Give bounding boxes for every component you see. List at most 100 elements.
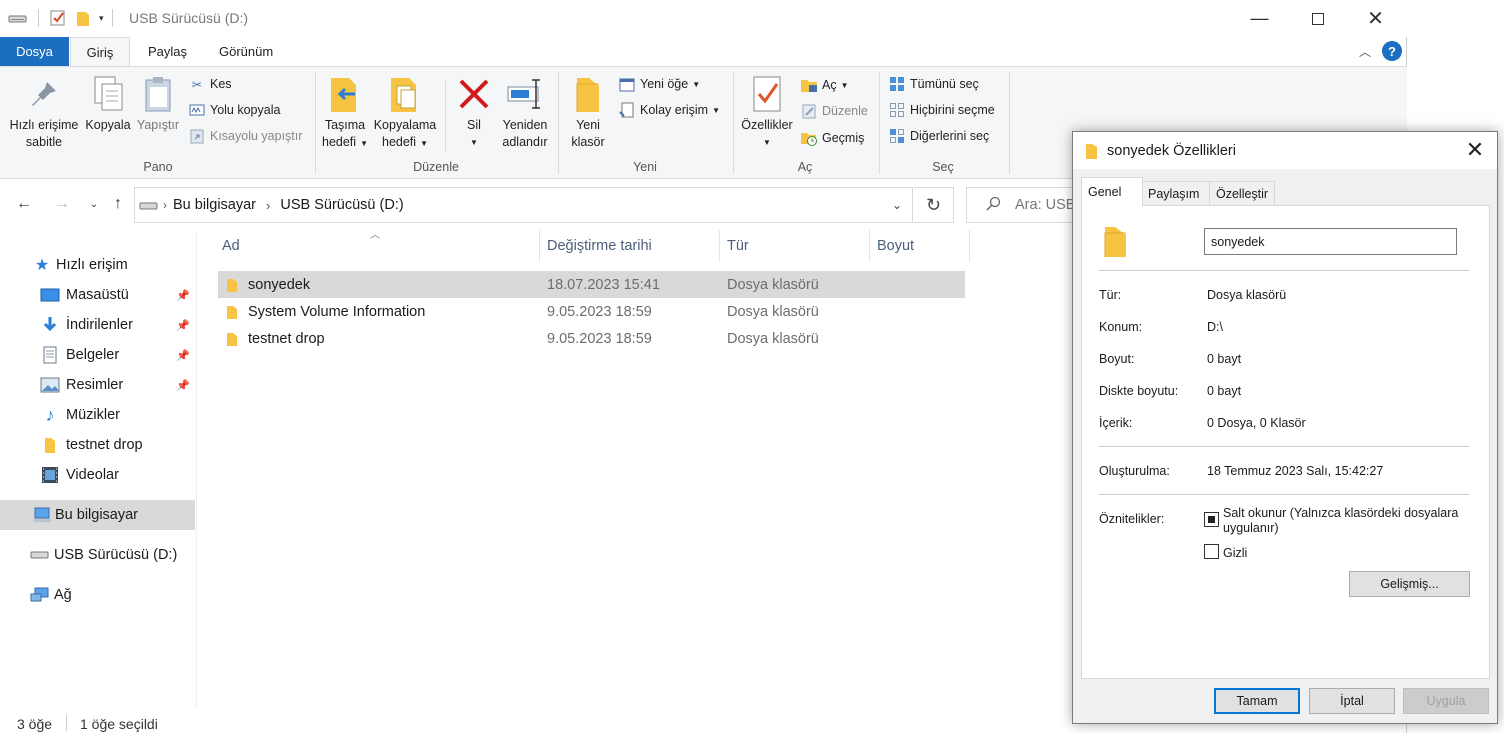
new-item-icon (618, 75, 636, 93)
column-header-name[interactable]: Ad (218, 230, 540, 262)
pinned-icon[interactable]: 📌 (176, 319, 190, 332)
pinned-icon[interactable]: 📌 (176, 349, 190, 362)
sidebar-item-network[interactable]: Ağ (0, 580, 195, 610)
paste-shortcut-button[interactable]: Kısayolu yapıştır (188, 125, 302, 147)
rename-button[interactable]: Yeniden adlandır (498, 73, 552, 151)
created-label: Oluşturulma: (1099, 464, 1170, 478)
group-label-ac: Aç (797, 160, 813, 174)
tab-giris[interactable]: Giriş (70, 37, 130, 66)
dialog-title-bar: sonyedek Özellikleri ✕ (1073, 132, 1497, 169)
folder-icon (226, 271, 240, 298)
column-header-type[interactable]: Tür (723, 230, 869, 262)
contents-value: 0 Dosya, 0 Klasör (1207, 416, 1306, 430)
breadcrumb-chevron-icon[interactable]: › (163, 198, 167, 212)
readonly-checkbox[interactable] (1204, 512, 1219, 527)
copy-button[interactable]: Kopyala (82, 73, 134, 134)
size-value: 0 bayt (1207, 352, 1242, 366)
ribbon-tabs: Dosya Giriş Paylaş Görünüm ︿ ? (0, 37, 1407, 66)
sidebar-item-this-pc[interactable]: Bu bilgisayar (0, 500, 195, 530)
qat-dropdown-icon[interactable]: ▾ (99, 13, 104, 24)
pin-quick-access-button[interactable]: Hızlı erişime sabitle (6, 73, 82, 151)
breadcrumb-chevron-icon[interactable]: › (266, 198, 270, 213)
address-dropdown-icon[interactable]: ⌄ (892, 198, 902, 212)
tab-general[interactable]: Genel (1081, 177, 1143, 206)
sidebar-item-videos[interactable]: Videolar (0, 460, 195, 490)
sidebar-item-usb[interactable]: USB Sürücüsü (D:) (0, 540, 195, 570)
tab-paylas[interactable]: Paylaş (134, 37, 201, 66)
forward-arrow-icon[interactable]: → (50, 192, 74, 216)
close-button[interactable]: ✕ (1346, 0, 1405, 37)
back-arrow-icon[interactable]: ← (12, 192, 36, 216)
hidden-checkbox[interactable] (1204, 544, 1219, 559)
file-row[interactable]: testnet drop 9.05.2023 18:59 Dosya klasö… (218, 325, 965, 352)
sidebar-item-downloads[interactable]: İndirilenler 📌 (0, 310, 195, 340)
pinned-icon[interactable]: 📌 (176, 289, 190, 302)
folder-icon (40, 435, 60, 455)
select-none-button[interactable]: Hiçbirini seçme (888, 99, 995, 121)
open-button[interactable]: Aç ▼ (800, 74, 849, 96)
properties-icon (747, 73, 787, 115)
dialog-title: sonyedek Özellikleri (1107, 142, 1236, 159)
refresh-icon[interactable]: ↻ (914, 187, 954, 223)
address-bar[interactable]: › Bu bilgisayar › USB Sürücüsü (D:) ⌄ (134, 187, 913, 223)
group-label-duzenle: Düzenle (413, 160, 459, 174)
search-icon (985, 196, 1001, 215)
title-bar: ▾ USB Sürücüsü (D:) — ✕ (0, 0, 1407, 37)
disk-size-value: 0 bayt (1207, 384, 1242, 398)
breadcrumb-this-pc[interactable]: Bu bilgisayar (173, 197, 256, 213)
easy-access-button[interactable]: Kolay erişim ▼ (618, 99, 720, 121)
paste-shortcut-icon (188, 127, 206, 145)
maximize-button[interactable] (1288, 0, 1347, 37)
readonly-label: Salt okunur (Yalnızca klasördeki dosyala… (1223, 506, 1459, 535)
new-folder-button[interactable]: Yeni klasör (564, 73, 612, 151)
properties-button[interactable]: Özellikler ▼ (738, 73, 796, 151)
sidebar-item-music[interactable]: ♪ Müzikler (0, 400, 195, 430)
file-date: 9.05.2023 18:59 (547, 330, 652, 347)
cut-button[interactable]: ✂ Kes (188, 73, 232, 95)
recent-locations-chevron-icon[interactable]: ⌄ (82, 192, 106, 216)
column-header-date[interactable]: Değiştirme tarihi (543, 230, 719, 262)
file-date: 18.07.2023 15:41 (547, 276, 660, 293)
selected-count: 1 öğe seçildi (80, 716, 158, 732)
pinned-icon[interactable]: 📌 (176, 379, 190, 392)
column-header-size[interactable]: Boyut (873, 230, 969, 262)
cancel-button[interactable]: İptal (1309, 688, 1395, 714)
status-bar: 3 öğe 1 öğe seçildi (0, 712, 1000, 733)
help-icon[interactable]: ? (1382, 41, 1402, 61)
tab-gorunum[interactable]: Görünüm (205, 37, 287, 66)
paste-button[interactable]: Yapıştır (134, 73, 182, 134)
sidebar-item-testnet-drop[interactable]: testnet drop (0, 430, 195, 460)
invert-selection-button[interactable]: Diğerlerini seç (888, 125, 989, 147)
file-type: Dosya klasörü (727, 276, 819, 293)
ok-button[interactable]: Tamam (1214, 688, 1300, 714)
file-row[interactable]: System Volume Information 9.05.2023 18:5… (218, 298, 965, 325)
group-label-yeni: Yeni (633, 160, 657, 174)
move-to-button[interactable]: Taşıma hedefi ▼ (320, 73, 370, 152)
delete-button[interactable]: Sil ▼ (452, 73, 496, 151)
tab-sharing[interactable]: Paylaşım (1141, 181, 1211, 205)
select-all-button[interactable]: Tümünü seç (888, 73, 979, 95)
sidebar-item-pictures[interactable]: Resimler 📌 (0, 370, 195, 400)
collapse-ribbon-icon[interactable]: ︿ (1359, 43, 1371, 60)
file-row[interactable]: sonyedek 18.07.2023 15:41 Dosya klasörü (218, 271, 965, 298)
edit-button[interactable]: Düzenle (800, 100, 868, 122)
sidebar-item-desktop[interactable]: Masaüstü 📌 (0, 280, 195, 310)
minimize-button[interactable]: — (1230, 0, 1289, 37)
apply-button[interactable]: Uygula (1403, 688, 1489, 714)
copy-path-button[interactable]: Yolu kopyala (188, 99, 280, 121)
folder-name-input[interactable]: sonyedek (1204, 228, 1457, 255)
history-button[interactable]: Geçmiş (800, 127, 864, 149)
sidebar-item-documents[interactable]: Belgeler 📌 (0, 340, 195, 370)
advanced-button[interactable]: Gelişmiş... (1349, 571, 1470, 597)
dialog-close-icon[interactable]: ✕ (1463, 137, 1487, 162)
sidebar-item-quick-access[interactable]: ★ Hızlı erişim (0, 250, 195, 280)
tab-customize[interactable]: Özelleştir (1209, 181, 1275, 205)
tab-dosya[interactable]: Dosya (0, 37, 69, 66)
properties-quick-icon[interactable] (49, 9, 67, 27)
new-item-button[interactable]: Yeni öğe ▼ (618, 73, 700, 95)
copy-to-button[interactable]: Kopyalama hedefi ▼ (372, 73, 438, 152)
up-arrow-icon[interactable]: ↑ (106, 192, 130, 216)
breadcrumb-usb[interactable]: USB Sürücüsü (D:) (280, 197, 403, 213)
video-icon (40, 465, 60, 485)
new-folder-quick-icon[interactable] (75, 9, 91, 27)
